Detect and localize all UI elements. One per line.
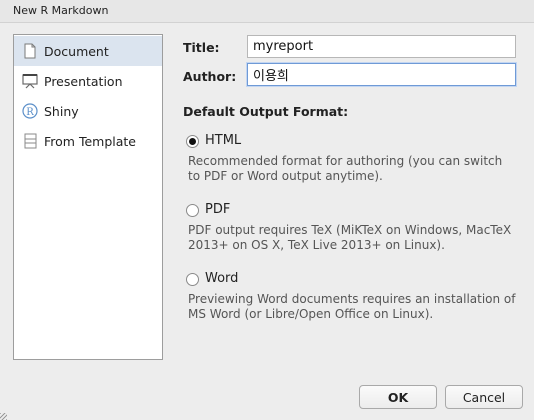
word-description: Previewing Word documents requires an in… (188, 292, 516, 321)
svg-text:R: R (26, 107, 34, 118)
word-radio-label[interactable]: Word (205, 271, 238, 286)
title-label: Title: (183, 40, 220, 55)
author-label: Author: (183, 69, 237, 84)
presentation-icon (21, 72, 39, 90)
template-icon (21, 132, 39, 150)
shiny-icon: R (21, 102, 39, 120)
document-icon (21, 42, 39, 60)
format-sidebar: Document Presentation R Shiny From Templ… (13, 34, 163, 360)
sidebar-item-label: From Template (44, 133, 136, 149)
title-input[interactable] (247, 35, 516, 58)
html-radio-label[interactable]: HTML (205, 133, 241, 148)
author-input[interactable] (247, 63, 516, 86)
sidebar-item-label: Shiny (44, 103, 79, 119)
sidebar-item-shiny[interactable]: R Shiny (14, 96, 162, 126)
pdf-radio[interactable] (186, 204, 199, 217)
output-format-heading: Default Output Format: (183, 104, 349, 119)
sidebar-item-label: Presentation (44, 73, 123, 89)
html-description: Recommended format for authoring (you ca… (188, 154, 503, 183)
pdf-radio-label[interactable]: PDF (205, 202, 230, 217)
sidebar-item-from-template[interactable]: From Template (14, 126, 162, 156)
pdf-description: PDF output requires TeX (MiKTeX on Windo… (188, 223, 512, 252)
cancel-button[interactable]: Cancel (445, 385, 523, 409)
ok-button[interactable]: OK (359, 385, 437, 409)
resize-grip[interactable] (0, 413, 7, 420)
sidebar-item-presentation[interactable]: Presentation (14, 66, 162, 96)
html-radio[interactable] (186, 135, 199, 148)
sidebar-item-document[interactable]: Document (14, 36, 162, 66)
title-bar: New R Markdown (0, 0, 534, 23)
window-title: New R Markdown (13, 4, 109, 17)
sidebar-item-label: Document (44, 43, 109, 59)
word-radio[interactable] (186, 273, 199, 286)
